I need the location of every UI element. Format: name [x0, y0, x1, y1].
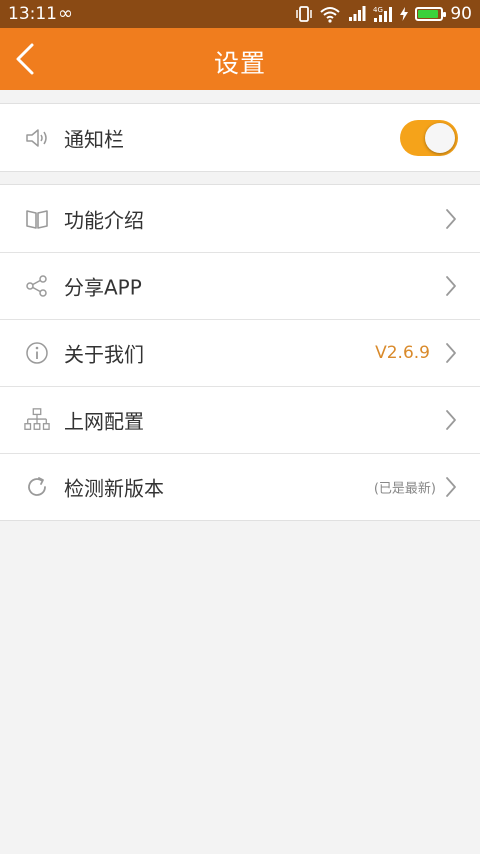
- network-icon: [24, 407, 50, 433]
- settings-menu: 功能介绍 分享APP 关于我们 V2.6.9 上网配置 检测新版本 (已是最新): [0, 184, 480, 521]
- title-bar: 设置: [0, 28, 480, 90]
- speaker-icon: [24, 125, 50, 151]
- menu-item-label: 检测新版本: [64, 476, 164, 501]
- menu-item-update[interactable]: 检测新版本 (已是最新): [0, 453, 480, 520]
- notification-toggle[interactable]: [400, 119, 458, 156]
- menu-item-label: 功能介绍: [64, 208, 144, 232]
- page-title: 设置: [213, 49, 266, 78]
- toggle-knob: [425, 122, 455, 153]
- update-status-note: (已是最新): [373, 481, 436, 497]
- vibrate-icon: [296, 6, 313, 22]
- battery-icon: [415, 7, 447, 21]
- chevron-right-icon: [446, 276, 456, 296]
- chevron-right-icon: [446, 477, 456, 497]
- chevron-right-icon: [446, 410, 456, 430]
- menu-item-features[interactable]: 功能介绍: [0, 185, 480, 252]
- chevron-right-icon: [446, 208, 456, 229]
- menu-item-label: 关于我们: [64, 342, 144, 367]
- signal-4g-icon: 4G: [373, 6, 393, 22]
- infinity-icon: ∞: [58, 3, 73, 24]
- status-bar: 13:11 ∞ 4G 90: [0, 0, 480, 28]
- menu-item-network[interactable]: 上网配置: [0, 386, 480, 453]
- battery-fill: [418, 10, 439, 18]
- charging-icon: [400, 7, 409, 21]
- book-icon: [24, 206, 50, 232]
- menu-item-about[interactable]: 关于我们 V2.6.9: [0, 319, 480, 386]
- svg-text:4G: 4G: [373, 6, 383, 14]
- version-value: V2.6.9: [375, 343, 430, 363]
- menu-item-label: 分享APP: [64, 275, 142, 300]
- notification-label: 通知栏: [64, 127, 124, 151]
- info-icon: [24, 340, 50, 366]
- signal-icon: [349, 6, 366, 21]
- chevron-right-icon: [446, 343, 456, 363]
- status-icons: 4G 90: [296, 3, 472, 25]
- wifi-icon: [320, 7, 341, 23]
- battery-percent: 90: [450, 4, 472, 24]
- status-time: 13:11: [8, 4, 57, 24]
- refresh-icon: [24, 474, 50, 500]
- notification-group: 通知栏: [0, 103, 480, 172]
- notification-row: 通知栏: [0, 104, 480, 171]
- menu-item-label: 上网配置: [64, 409, 144, 434]
- share-icon: [24, 273, 50, 299]
- menu-item-share[interactable]: 分享APP: [0, 252, 480, 319]
